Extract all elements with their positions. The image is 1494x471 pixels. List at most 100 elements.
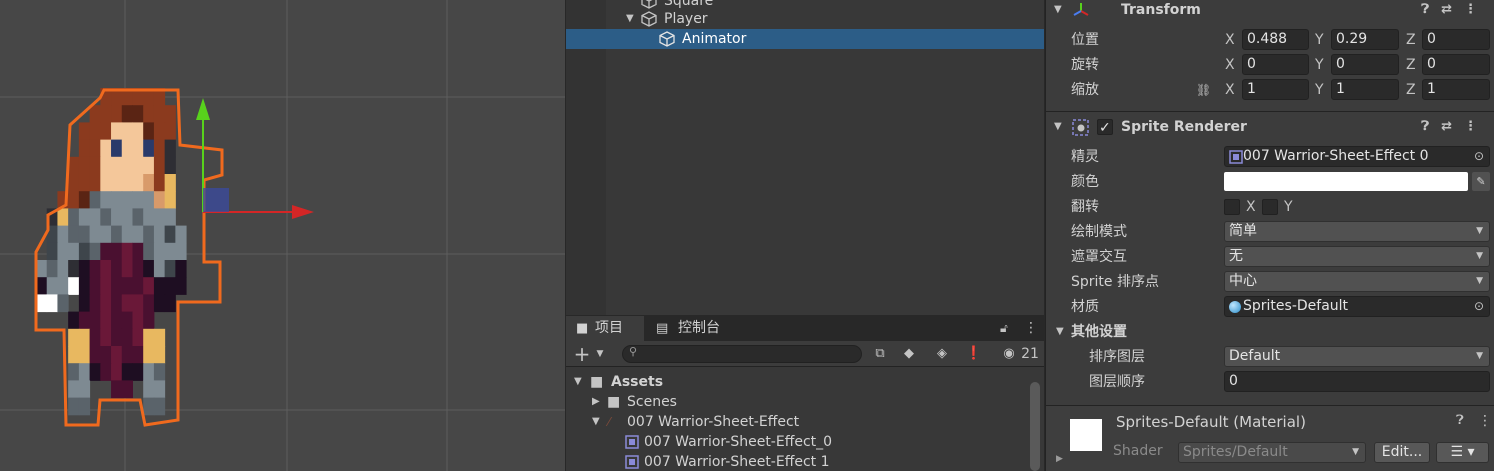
- color-swatch[interactable]: [1224, 172, 1468, 191]
- sprite-pixel: [143, 208, 155, 227]
- object-picker-icon[interactable]: ⊙: [1474, 297, 1484, 316]
- warrior-sprite[interactable]: [34, 88, 224, 427]
- sprite-pixel: [111, 242, 123, 261]
- sprite-renderer-header[interactable]: ▼ Sprite Renderer ❓︎⇄⋮: [1046, 115, 1494, 140]
- add-icon[interactable]: +: [572, 344, 592, 364]
- asset-label: 007 Warrior-Sheet-Effect_0: [644, 434, 833, 450]
- visible-count: 21: [1021, 346, 1039, 362]
- component-header-icons[interactable]: ❓︎⇄⋮: [1421, 0, 1489, 22]
- sprite-pixel: [143, 174, 155, 192]
- sprite-pixel: [89, 260, 101, 278]
- scale-x-field[interactable]: 1: [1242, 79, 1309, 100]
- chevron-down-icon: ▼: [1476, 226, 1483, 236]
- asset-row-sprite-0[interactable]: 007 Warrior-Sheet-Effect_0: [566, 432, 1036, 452]
- eyedropper-icon[interactable]: ✎: [1472, 172, 1490, 191]
- scale-z-field[interactable]: 1: [1422, 79, 1490, 100]
- sprite-renderer-enabled-checkbox[interactable]: [1097, 116, 1113, 140]
- position-y-field[interactable]: 0.29: [1331, 29, 1399, 50]
- hierarchy-item-animator[interactable]: Animator: [566, 29, 1044, 49]
- asset-row-texture[interactable]: ▼ ⁄ 007 Warrior-Sheet-Effect: [566, 412, 1036, 432]
- expand-arrow-icon[interactable]: ▼: [592, 412, 600, 432]
- shader-options-button[interactable]: ☰ ▾: [1436, 442, 1489, 463]
- shader-dropdown[interactable]: Sprites/Default ▼: [1178, 442, 1366, 463]
- flip-row: 翻转 X Y: [1046, 195, 1494, 219]
- scene-canvas[interactable]: [0, 0, 565, 471]
- expand-arrow-icon[interactable]: ▶: [1056, 454, 1063, 464]
- more-options-icon[interactable]: ⋮: [1478, 413, 1492, 429]
- sorting-layer-dropdown[interactable]: Default ▼: [1224, 346, 1490, 367]
- sprite-pixel: [46, 242, 58, 261]
- asset-row-assets[interactable]: ▼ ■ Assets: [566, 372, 1036, 392]
- axis-z-label: Z: [1406, 82, 1416, 98]
- axis-x-label: X: [1225, 57, 1235, 73]
- constrain-link-icon[interactable]: ⛓︎: [1196, 78, 1211, 102]
- sprite-row: 精灵 007 Warrior-Sheet-Effect 0 ⊙: [1046, 145, 1494, 169]
- warning-icon[interactable]: ❗: [964, 344, 984, 364]
- scrollbar[interactable]: [1030, 382, 1040, 471]
- shader-label: Shader: [1113, 443, 1163, 459]
- rotation-z-field[interactable]: 0: [1422, 54, 1490, 75]
- component-header-icons[interactable]: ❓︎⇄⋮: [1421, 115, 1489, 139]
- draw-mode-dropdown[interactable]: 简单 ▼: [1224, 221, 1490, 242]
- sprite-pixel: [164, 260, 176, 278]
- mask-interaction-dropdown[interactable]: 无 ▼: [1224, 246, 1490, 267]
- help-icon[interactable]: ❓︎: [1456, 413, 1464, 428]
- sprite-pixel: [132, 105, 144, 123]
- sprite-pixel: [132, 363, 144, 381]
- sprite-pixel: [46, 277, 58, 295]
- asset-row-sprite-1[interactable]: 007 Warrior-Sheet-Effect 1: [566, 452, 1036, 471]
- position-z-field[interactable]: 0: [1422, 29, 1490, 50]
- filter-type-icon[interactable]: ◆: [899, 344, 919, 364]
- sprite-pixel: [132, 191, 144, 209]
- move-gizmo[interactable]: [196, 98, 314, 219]
- eye-icon[interactable]: ◉: [998, 344, 1020, 364]
- rotation-y-field[interactable]: 0: [1331, 54, 1399, 75]
- sprite-pixel: [57, 242, 69, 261]
- transform-header[interactable]: ▼ Transform ❓︎⇄⋮: [1046, 0, 1494, 22]
- sort-point-dropdown[interactable]: 中心 ▼: [1224, 271, 1490, 292]
- sprite-pixel: [68, 260, 80, 278]
- expand-arrow-icon[interactable]: ▼: [626, 9, 634, 29]
- order-in-layer-field[interactable]: 0: [1224, 371, 1490, 392]
- preset-icon: ⇄: [1441, 119, 1464, 134]
- material-field[interactable]: Sprites-Default ⊙: [1224, 296, 1490, 317]
- search-input[interactable]: ⚲: [622, 345, 862, 363]
- tab-project[interactable]: ■ 项目: [566, 316, 644, 341]
- sprite-pixel: [164, 156, 176, 175]
- expand-arrow-icon[interactable]: ▶: [592, 392, 600, 412]
- fold-arrow-icon[interactable]: ▼: [1054, 115, 1062, 139]
- label-icon[interactable]: ◈: [932, 344, 952, 364]
- gizmo-xy-plane[interactable]: [203, 188, 229, 212]
- tab-console[interactable]: ▤ 控制台: [650, 316, 740, 341]
- sprite-pixel: [132, 277, 144, 295]
- scale-y-field[interactable]: 1: [1331, 79, 1399, 100]
- sprite-pixel: [164, 242, 176, 261]
- expand-arrow-icon[interactable]: ▼: [574, 372, 582, 392]
- search-scope-icon[interactable]: ⧉: [870, 344, 890, 364]
- gameobject-icon: [659, 31, 675, 47]
- project-toolbar: + ▼ ⚲ ⧉ ◆ ◈ ❗ ◉ 21: [566, 341, 1044, 367]
- component-title: Transform: [1121, 2, 1201, 18]
- position-x-field[interactable]: 0.488: [1242, 29, 1309, 50]
- hierarchy-item-player[interactable]: ▼ Player: [566, 9, 1044, 29]
- sprite-pixel: [111, 260, 123, 278]
- sprite-pixel: [153, 397, 166, 416]
- rotation-x-field[interactable]: 0: [1242, 54, 1309, 75]
- gizmo-x-arrow[interactable]: [292, 205, 314, 219]
- sprite-pixel: [100, 328, 112, 347]
- sprite-field[interactable]: 007 Warrior-Sheet-Effect 0 ⊙: [1224, 146, 1490, 167]
- chevron-down-icon[interactable]: ▼: [590, 344, 610, 364]
- gizmo-y-arrow[interactable]: [196, 98, 210, 120]
- more-options-icon[interactable]: ⋮: [1024, 316, 1038, 341]
- flip-x-checkbox[interactable]: [1224, 199, 1240, 215]
- sprite-pixel: [121, 242, 133, 261]
- scene-view[interactable]: [0, 0, 565, 471]
- flip-y-checkbox[interactable]: [1262, 199, 1278, 215]
- fold-arrow-icon[interactable]: ▼: [1056, 320, 1064, 344]
- asset-row-scenes[interactable]: ▶ ■ Scenes: [566, 392, 1036, 412]
- object-picker-icon[interactable]: ⊙: [1474, 147, 1484, 166]
- fold-arrow-icon[interactable]: ▼: [1054, 0, 1062, 22]
- lock-icon[interactable]: 🔓︎: [1000, 316, 1008, 341]
- edit-shader-button[interactable]: Edit...: [1374, 442, 1430, 463]
- other-settings-row[interactable]: ▼ 其他设置: [1046, 320, 1494, 344]
